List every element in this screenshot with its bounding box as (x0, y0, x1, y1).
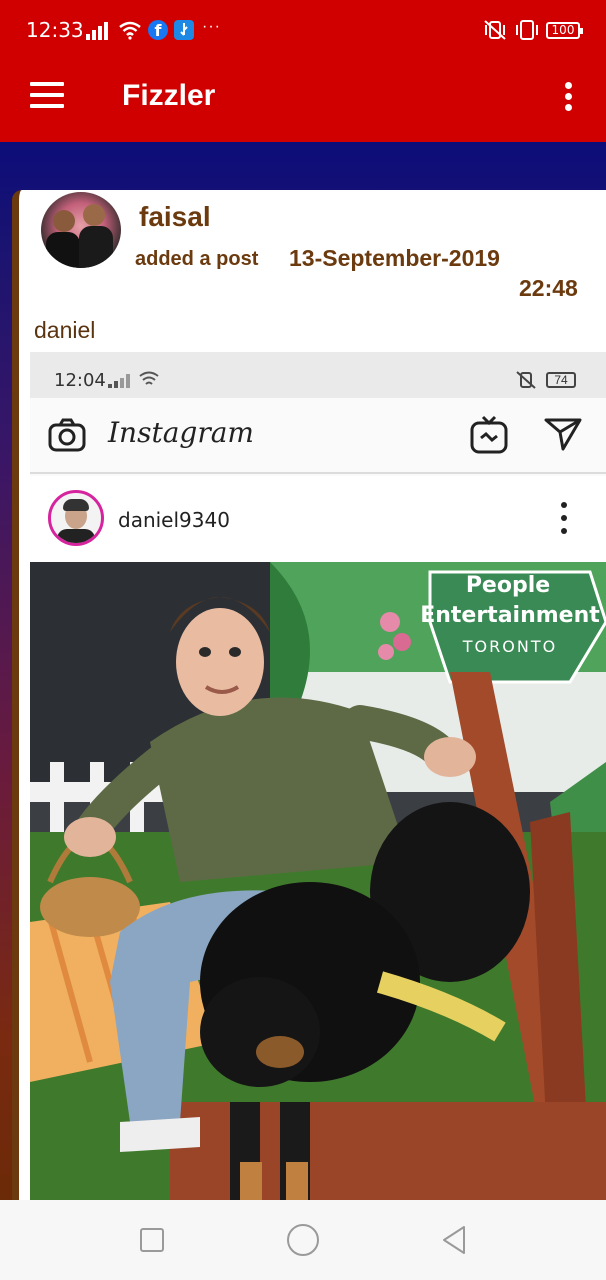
status-bar: 12:33 f ··· 100 (0, 0, 606, 62)
photo-brand-line3: TORONTO (462, 637, 557, 656)
photo-illustration: People Entertainment TORONTO (30, 562, 606, 1200)
embedded-status-bar: 12:04 74 (30, 352, 606, 398)
facebook-icon: f (148, 20, 168, 40)
instagram-logo: Instagram (108, 416, 254, 449)
photo-brand-line2: Entertainment (420, 603, 600, 628)
instagram-account-avatar[interactable] (48, 490, 104, 546)
back-triangle-icon[interactable] (440, 1224, 468, 1256)
post-image[interactable]: 12:04 74 Instagram daniel9340 People Ent… (30, 352, 606, 1200)
photo-brand-line1: People (466, 573, 550, 598)
vibrate-icon (484, 20, 506, 40)
embedded-signal-icon (108, 374, 132, 388)
usb-icon (174, 20, 194, 40)
post-username[interactable]: faisal (139, 201, 211, 233)
home-circle-icon[interactable] (287, 1224, 319, 1256)
system-nav-bar (0, 1200, 606, 1280)
app-bar: Fizzler (0, 62, 606, 142)
embedded-battery-icon: 74 (546, 372, 576, 388)
post-time: 22:48 (519, 275, 578, 301)
post-card[interactable]: faisal added a post 13-September-2019 22… (12, 190, 606, 1200)
camera-icon[interactable] (48, 418, 86, 452)
overflow-menu-icon[interactable] (558, 80, 578, 112)
embedded-vibrate-icon (516, 371, 536, 389)
instagram-header: Instagram (30, 398, 606, 474)
post-date: 13-September-2019 (289, 245, 500, 271)
igtv-icon[interactable] (470, 414, 508, 454)
screen-rotation-icon (516, 20, 538, 40)
battery-icon: 100 (546, 22, 583, 39)
embedded-wifi-icon (139, 371, 159, 385)
recents-square-icon[interactable] (140, 1228, 164, 1252)
feed-area[interactable]: faisal added a post 13-September-2019 22… (0, 142, 606, 1200)
status-time: 12:33 (26, 18, 84, 42)
post-action-text: added a post (135, 248, 259, 270)
more-vertical-icon[interactable] (560, 498, 568, 538)
post-caption: daniel (34, 317, 96, 343)
instagram-account-name[interactable]: daniel9340 (118, 508, 230, 532)
instagram-post-header: daniel9340 (30, 476, 606, 562)
user-avatar[interactable] (41, 192, 121, 268)
instagram-photo[interactable]: People Entertainment TORONTO (30, 562, 606, 1200)
more-notifications-indicator: ··· (202, 18, 221, 35)
signal-icon (86, 22, 112, 40)
wifi-icon (119, 21, 141, 40)
app-title: Fizzler (122, 79, 216, 112)
embedded-status-time: 12:04 (54, 370, 106, 391)
hamburger-menu-icon[interactable] (30, 82, 64, 108)
direct-send-icon[interactable] (544, 416, 582, 452)
